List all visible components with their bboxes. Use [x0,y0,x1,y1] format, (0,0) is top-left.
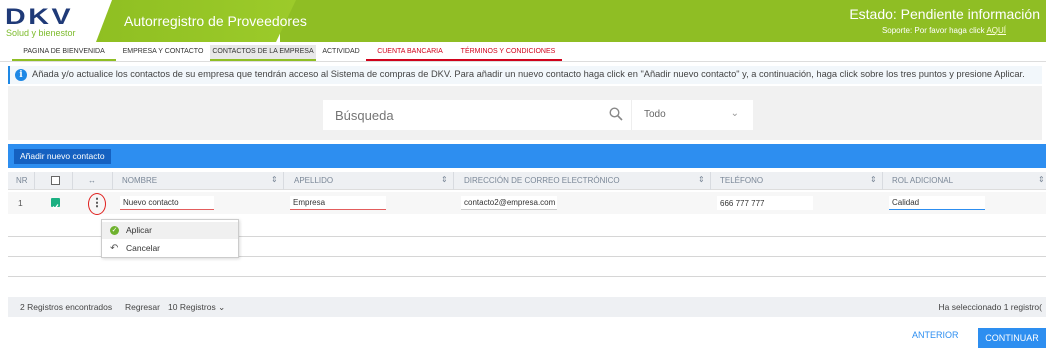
apellido-input[interactable] [290,196,386,210]
page-size-value: 10 Registros [168,302,216,312]
col-telefono[interactable]: TELÉFONO [720,176,763,185]
info-text: Añada y/o actualice los contactos de su … [32,69,1025,79]
tab-actividad[interactable]: ACTIVIDAD [316,45,366,61]
cancel-menu-item[interactable]: ↶ Cancelar [102,240,238,257]
row-checkbox[interactable] [51,198,60,210]
search-icon[interactable] [609,107,623,121]
tab-empresa-contacto[interactable]: EMPRESA Y CONTACTO [116,45,210,61]
search-box [323,100,631,130]
row-nr: 1 [18,198,23,208]
continue-button[interactable]: CONTINUAR [978,328,1046,348]
page-size-select[interactable]: 10 Registros ⌄ [168,302,225,313]
tab-contactos-empresa[interactable]: CONTACTOS DE LA EMPRESA [210,45,316,61]
chevron-down-icon: ⌄ [730,108,739,119]
col-divider [453,172,454,190]
nombre-input[interactable] [120,196,214,210]
col-divider [112,172,113,190]
logo-tagline: Solud y bienestor [6,28,76,38]
filter-value: Todo [644,109,666,120]
records-count: 2 Registros encontrados [20,302,113,312]
sort-icon[interactable]: ⇕ [271,175,278,184]
email-input[interactable] [461,196,557,210]
rol-input[interactable] [889,196,985,210]
tab-cuenta-bancaria[interactable]: CUENTA BANCARIA [366,45,454,61]
support-prefix: Soporte: Por favor haga click [881,26,985,35]
col-divider [34,172,35,190]
search-panel: Todo ⌄ [8,86,1042,140]
undo-icon: ↶ [110,243,119,254]
check-icon [52,204,59,210]
col-rol[interactable]: ROL ADICIONAL [892,176,953,185]
previous-button[interactable]: ANTERIOR [912,330,959,340]
info-icon: i [15,69,27,81]
header-status-area: Estado: Pendiente información Soporte: P… [280,0,1046,42]
table-row[interactable]: 1 ⋮ [8,192,1046,215]
dkv-logo: DKV Solud y bienestor [0,0,112,42]
page-title: Autorregistro de Proveedores [124,13,307,29]
table-footer: 2 Registros encontrados Regresar 10 Regi… [8,297,1046,317]
cancel-label: Cancelar [126,243,161,253]
col-nombre[interactable]: NOMBRE [122,176,157,185]
tab-terminos[interactable]: TÉRMINOS Y CONDICIONES [454,45,562,61]
col-divider [72,172,73,190]
sort-icon[interactable]: ⇕ [870,175,877,184]
col-email[interactable]: DIRECCIÓN DE CORREO ELECTRÓNICO [464,176,620,185]
support-link[interactable]: AQUÍ [986,26,1006,35]
tab-bienvenida[interactable]: PAGINA DE BIENVENIDA [12,45,116,61]
row-divider [8,276,1046,277]
sort-icon[interactable]: ⇕ [698,175,705,184]
check-circle-icon: ✓ [110,226,119,235]
tab-bar: PAGINA DE BIENVENIDA EMPRESA Y CONTACTO … [0,42,1046,62]
chevron-down-icon: ⌄ [218,302,226,312]
logo-text: DKV [5,4,74,29]
row-actions-kebab-icon[interactable]: ⋮ [88,193,106,215]
resize-icon: ↔ [88,176,96,185]
search-input[interactable] [323,100,603,130]
col-divider [283,172,284,190]
apply-label: Aplicar [126,225,152,235]
table-action-bar: Añadir nuevo contacto [8,144,1046,168]
col-apellido[interactable]: APELLIDO [294,176,333,185]
telefono-input[interactable] [717,196,813,210]
table-header: NR ↔ NOMBRE ⇕ APELLIDO ⇕ DIRECCIÓN DE CO… [8,172,1046,190]
add-contact-button[interactable]: Añadir nuevo contacto [14,149,111,164]
apply-menu-item[interactable]: ✓ Aplicar [102,222,238,239]
app-header: DKV Solud y bienestor Estado: Pendiente … [0,0,1046,42]
sort-icon[interactable]: ⇕ [441,175,448,184]
col-divider [710,172,711,190]
selection-info: Ha seleccionado 1 registro( [938,302,1042,312]
col-nr: NR [16,176,28,185]
sort-icon[interactable]: ⇕ [1038,175,1045,184]
back-link[interactable]: Regresar [125,302,160,312]
col-divider [882,172,883,190]
row-action-menu: ✓ Aplicar ↶ Cancelar [101,219,239,258]
status-title: Estado: Pendiente información [849,6,1040,22]
info-banner: i Añada y/o actualice los contactos de s… [8,66,1042,84]
support-text: Soporte: Por favor haga click AQUÍ [882,26,1006,35]
filter-select[interactable]: Todo ⌄ [631,100,753,130]
select-all-checkbox[interactable] [51,176,60,185]
